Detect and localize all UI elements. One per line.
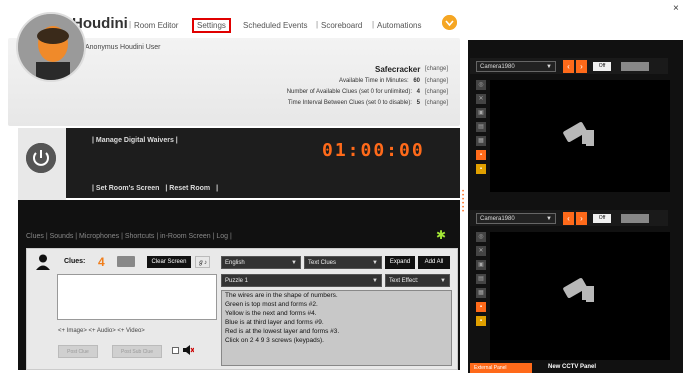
panel-tabs[interactable]: Clues | Sounds | Microphones | Shortcuts…	[26, 233, 232, 240]
power-icon	[26, 143, 56, 173]
camera-icon	[560, 120, 600, 159]
list-item[interactable]: Green is top most and forms #2.	[222, 300, 451, 309]
nav-automations[interactable]: Automations	[377, 21, 421, 30]
puzzle-select[interactable]: Puzzle 1 ▼	[221, 274, 382, 287]
folder-icon[interactable]: ▪	[476, 164, 486, 174]
mute-checkbox[interactable]	[172, 347, 179, 354]
available-time-row: Available Time in Minutes: 60	[339, 78, 420, 84]
camera-1-sidebar: ◎ ✕ ▣ ▤ ▦ ▪ ▪	[476, 80, 488, 190]
manage-waivers-button[interactable]: | Manage Digital Waivers |	[92, 137, 178, 144]
grid-icon[interactable]: ▦	[476, 288, 486, 298]
zoom-icon[interactable]: ◎	[476, 80, 486, 90]
snapshot-icon[interactable]: ▤	[476, 122, 486, 132]
room-timer: 01:00:00	[322, 140, 425, 161]
camera-1-select[interactable]: Camera1980 ▼	[476, 61, 556, 72]
camera-1-view[interactable]	[490, 80, 670, 192]
camera-2-next-button[interactable]: ›	[576, 212, 587, 225]
nav-scoreboard[interactable]: Scoreboard	[321, 21, 362, 30]
notification-icon[interactable]	[442, 15, 457, 30]
camera-1-prev-button[interactable]: ‹	[563, 60, 574, 73]
record-icon[interactable]: ▪	[476, 302, 486, 312]
grid-icon[interactable]: ▦	[476, 136, 486, 146]
list-item[interactable]: Yellow is the next and forms #4.	[222, 309, 451, 318]
user-name: Anonymus Houdini User	[85, 44, 161, 51]
chevron-down-icon: ▼	[372, 278, 378, 284]
panel-divider-handle[interactable]: • • • • • •	[462, 189, 466, 220]
chevron-down-icon: ▼	[546, 216, 552, 222]
camera-1-toggle[interactable]: Off	[593, 62, 611, 71]
chevron-down-icon: ▼	[372, 260, 378, 266]
nav-scheduled-events[interactable]: Scheduled Events	[243, 21, 308, 30]
room-screen-controls: | Set Room's Screen | Reset Room |	[92, 185, 219, 192]
camera-2-toggle-slot[interactable]	[621, 214, 649, 223]
clue-list[interactable]: The wires are in the shape of numbers. G…	[221, 290, 452, 366]
save-icon[interactable]: ▣	[476, 260, 486, 270]
chevron-down-icon: ▼	[440, 278, 446, 284]
power-button[interactable]	[26, 143, 56, 173]
audio-toggle-icon[interactable]: ℊ♪	[195, 256, 210, 268]
list-item[interactable]: The wires are in the shape of numbers.	[222, 291, 451, 300]
person-icon	[36, 254, 50, 270]
camera-2-prev-button[interactable]: ‹	[563, 212, 574, 225]
camera-icon	[560, 276, 600, 315]
record-icon[interactable]: ▪	[476, 150, 486, 160]
change-interval-link[interactable]: [change]	[425, 100, 448, 106]
change-time-link[interactable]: [change]	[425, 78, 448, 84]
clear-screen-button[interactable]: Clear Screen	[147, 256, 191, 268]
attach-media-links[interactable]: <+ Image> <+ Audio> <+ Video>	[58, 328, 145, 334]
camera-1-next-button[interactable]: ›	[576, 60, 587, 73]
camera-1-toggle-slot[interactable]	[621, 62, 649, 71]
post-clue-button[interactable]: Post Clue	[58, 345, 98, 358]
lightbulb-icon[interactable]: ✱	[436, 228, 446, 242]
clue-interval-row: Time Interval Between Clues (set 0 to di…	[287, 100, 420, 106]
available-clues-row: Number of Available Clues (set 0 for unl…	[286, 89, 420, 95]
camera-2-sidebar: ◎ ✕ ▣ ▤ ▦ ▪ ▪	[476, 232, 488, 342]
list-item[interactable]: Red is at the lowest layer and forms #3.	[222, 327, 451, 336]
nav-room-editor[interactable]: Room Editor	[134, 21, 178, 30]
camera-2-view[interactable]	[490, 232, 670, 360]
clues-count: 4	[98, 255, 105, 269]
expand-button[interactable]: Expand	[385, 256, 415, 269]
clue-textarea[interactable]	[57, 274, 217, 320]
avatar[interactable]	[16, 12, 86, 82]
zoom-icon[interactable]: ◎	[476, 232, 486, 242]
reset-room-button[interactable]: | Reset Room	[165, 185, 210, 192]
close-icon[interactable]: ×	[673, 3, 679, 14]
chevron-down-icon: ▼	[546, 64, 552, 70]
room-name: Safecracker	[375, 65, 421, 74]
clues-label: Clues:	[64, 258, 86, 265]
expand-icon[interactable]: ✕	[476, 94, 486, 104]
clue-type-select[interactable]: Text Clues ▼	[304, 256, 382, 269]
camera-2-select[interactable]: Camera1980 ▼	[476, 213, 556, 224]
set-room-screen-button[interactable]: | Set Room's Screen	[92, 185, 159, 192]
save-icon[interactable]: ▣	[476, 108, 486, 118]
expand-icon[interactable]: ✕	[476, 246, 486, 256]
external-panel-tab[interactable]: External Panel	[470, 363, 532, 373]
new-cctv-panel-button[interactable]: New CCTV Panel	[548, 364, 596, 370]
camera-2-toggle[interactable]: Off	[593, 214, 611, 223]
control-area	[18, 128, 460, 198]
folder-icon[interactable]: ▪	[476, 316, 486, 326]
text-effect-select[interactable]: Text Effect: ▼	[385, 274, 450, 287]
nav-settings[interactable]: Settings	[192, 18, 231, 33]
clue-counter-field[interactable]	[117, 256, 135, 267]
list-item[interactable]: Click on 2 4 9 3 screws (keypads).	[222, 336, 451, 345]
post-sub-clue-button[interactable]: Post Sub Clue	[112, 345, 162, 358]
chevron-down-icon: ▼	[291, 260, 297, 266]
list-item[interactable]: Blue is at third layer and forms #9.	[222, 318, 451, 327]
mute-icon[interactable]	[182, 344, 195, 359]
language-select[interactable]: English ▼	[221, 256, 301, 269]
change-room-link[interactable]: [change]	[425, 66, 448, 72]
add-all-button[interactable]: Add All	[418, 256, 450, 269]
change-clues-link[interactable]: [change]	[425, 89, 448, 95]
snapshot-icon[interactable]: ▤	[476, 274, 486, 284]
